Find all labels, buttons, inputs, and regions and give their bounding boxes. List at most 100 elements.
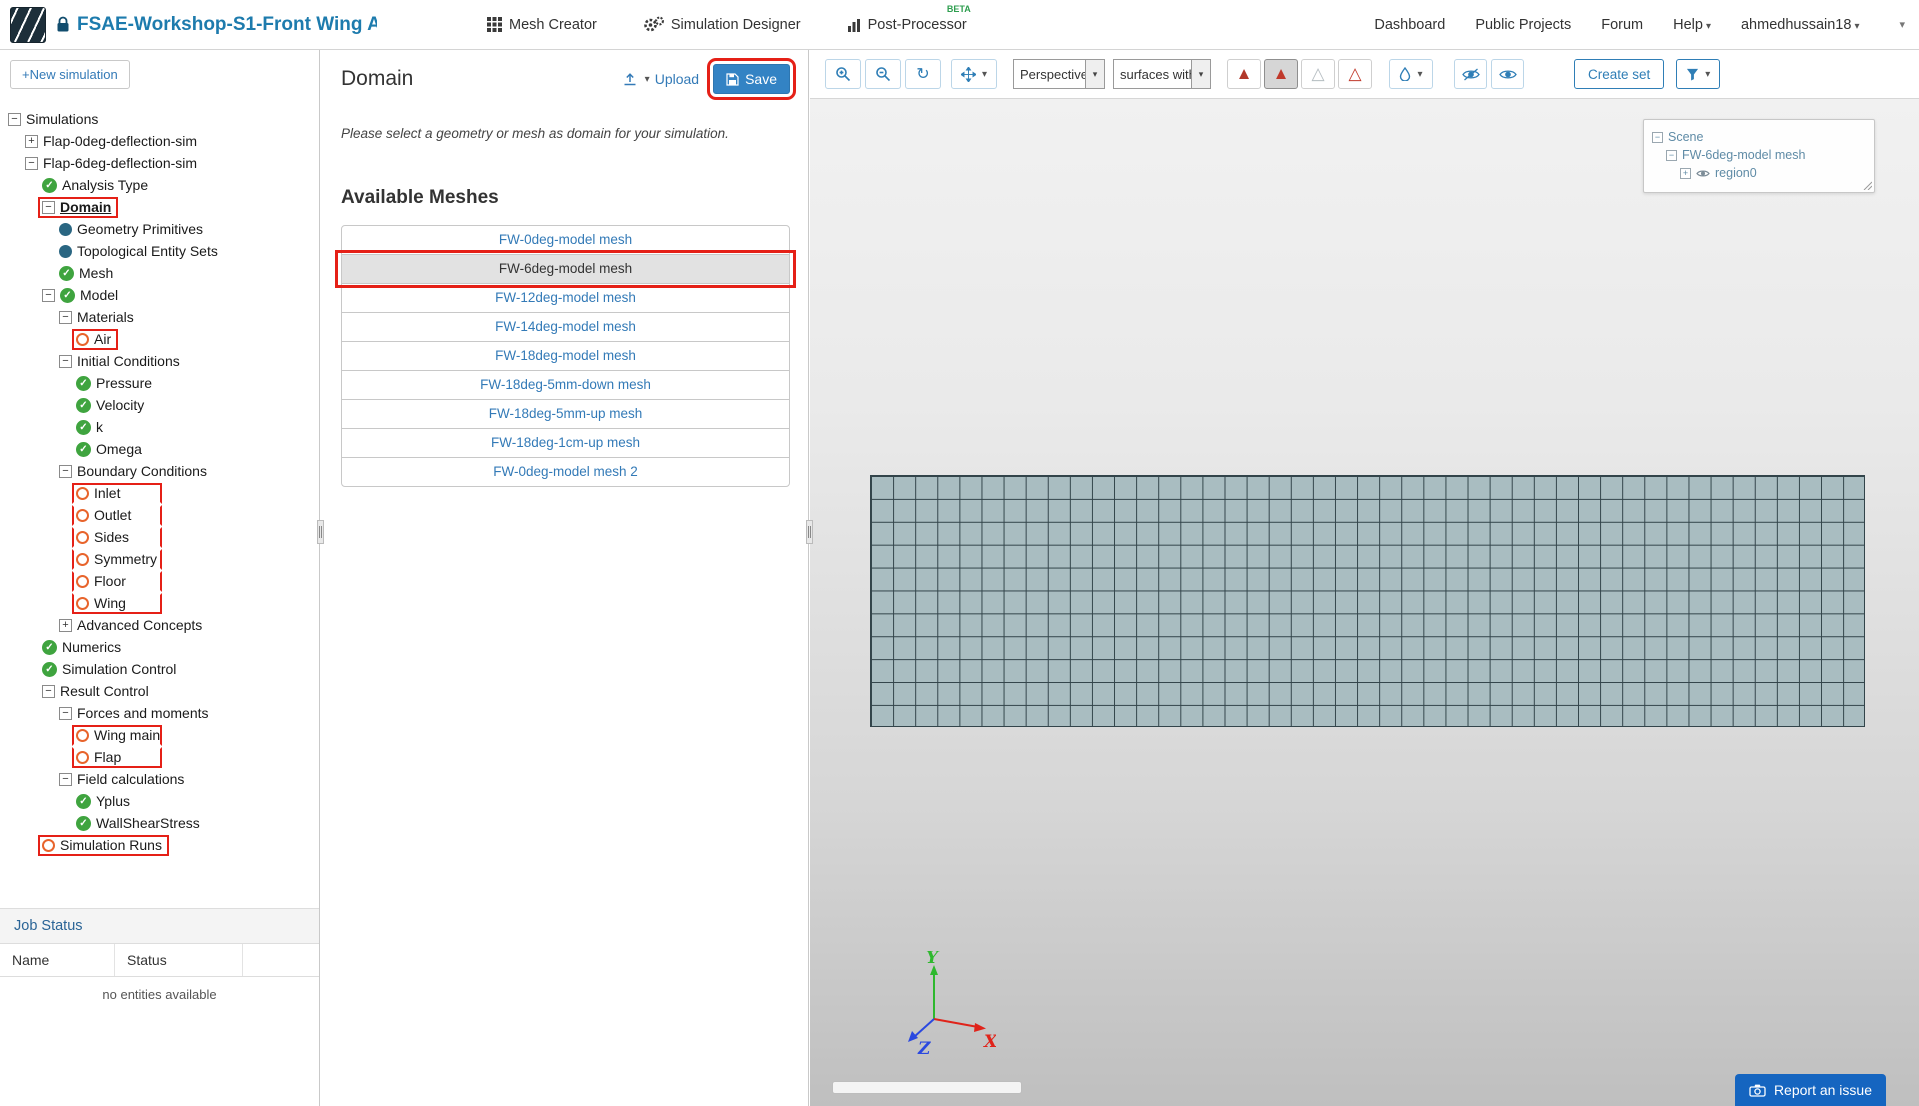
wireframe-icon[interactable]: △ bbox=[1338, 59, 1372, 89]
render-mode-select[interactable]: surfaces with w ▾ bbox=[1113, 59, 1211, 89]
tree-collapse-icon[interactable]: − bbox=[1666, 149, 1677, 161]
tree-item[interactable]: − Boundary Conditions bbox=[0, 460, 319, 482]
tree-item[interactable]: − Materials bbox=[0, 306, 319, 328]
mesh-list-item[interactable]: FW-6deg-model mesh bbox=[335, 250, 796, 288]
mesh-list-item[interactable]: FW-18deg-1cm-up mesh bbox=[341, 428, 790, 458]
tree-item[interactable]: Symmetry bbox=[0, 548, 319, 570]
help-menu[interactable]: Help ▾ bbox=[1673, 17, 1711, 33]
resize-corner-icon[interactable] bbox=[1862, 180, 1872, 190]
project-title[interactable]: FSAE-Workshop-S1-Front Wing A... bbox=[77, 14, 377, 36]
tree-expander-icon[interactable]: − bbox=[59, 706, 72, 720]
tree-item[interactable]: ✓ Simulation Control bbox=[0, 658, 319, 680]
tree-item[interactable]: Wing bbox=[0, 592, 319, 614]
tree-item[interactable]: ✓ Pressure bbox=[0, 372, 319, 394]
scene-region-item[interactable]: + region0 bbox=[1680, 164, 1866, 182]
sidebar-resize-handle[interactable] bbox=[317, 520, 324, 544]
tree-expander-icon[interactable]: + bbox=[59, 618, 72, 632]
tree-item[interactable]: ✓ Velocity bbox=[0, 394, 319, 416]
mesh-list-item[interactable]: FW-18deg-5mm-up mesh bbox=[341, 399, 790, 429]
pan-tool-button[interactable]: ▾ bbox=[951, 59, 997, 89]
nav-link-forum[interactable]: Forum bbox=[1601, 17, 1643, 33]
mesh-list-item[interactable]: FW-0deg-model mesh bbox=[341, 225, 790, 255]
save-button[interactable]: Save bbox=[707, 58, 796, 100]
tree-item[interactable]: + Flap-0deg-deflection-sim bbox=[0, 130, 319, 152]
mesh-list-item[interactable]: FW-18deg-5mm-down mesh bbox=[341, 370, 790, 400]
tree-expander-icon[interactable]: − bbox=[42, 684, 55, 698]
tree-item[interactable]: + Advanced Concepts bbox=[0, 614, 319, 636]
zoom-in-icon[interactable] bbox=[825, 59, 861, 89]
tree-item[interactable]: − ✓ Model bbox=[0, 284, 319, 306]
domain-panel-resize-handle[interactable] bbox=[806, 520, 813, 544]
zoom-extents-icon[interactable] bbox=[865, 59, 901, 89]
viewport-scrollbar[interactable] bbox=[832, 1081, 1022, 1094]
translucent-surface-icon[interactable]: △ bbox=[1301, 59, 1335, 89]
hide-entities-icon[interactable] bbox=[1454, 59, 1487, 89]
tree-item[interactable]: − Forces and moments bbox=[0, 702, 319, 724]
mesh-list-item[interactable]: FW-12deg-model mesh bbox=[341, 283, 790, 313]
tab-simulation-designer[interactable]: Simulation Designer bbox=[643, 16, 801, 33]
mesh-domain-block[interactable] bbox=[870, 475, 1865, 727]
mesh-list-item[interactable]: FW-14deg-model mesh bbox=[341, 312, 790, 342]
tab-mesh-creator[interactable]: Mesh Creator bbox=[487, 17, 597, 33]
tab-post-processor[interactable]: BETA Post-Processor bbox=[847, 4, 971, 33]
tree-item[interactable]: ✓ Yplus bbox=[0, 790, 319, 812]
scene-mesh-item[interactable]: − FW-6deg-model mesh bbox=[1666, 146, 1866, 164]
tree-item[interactable]: ✓ WallShearStress bbox=[0, 812, 319, 834]
tree-item-label: Flap bbox=[94, 749, 122, 765]
tree-item[interactable]: − Initial Conditions bbox=[0, 350, 319, 372]
colorize-button[interactable]: ▾ bbox=[1389, 59, 1433, 89]
tree-expander-icon[interactable]: + bbox=[25, 134, 38, 148]
mesh-list-item[interactable]: FW-18deg-model mesh bbox=[341, 341, 790, 371]
tree-item[interactable]: − Simulations bbox=[0, 108, 319, 130]
tree-expander-icon[interactable]: − bbox=[8, 112, 21, 126]
tree-expander-icon[interactable]: − bbox=[59, 354, 72, 368]
report-issue-button[interactable]: Report an issue bbox=[1734, 1074, 1886, 1106]
filter-button[interactable]: ▾ bbox=[1676, 59, 1721, 89]
user-menu[interactable]: ahmedhussain18 ▾ bbox=[1741, 17, 1859, 33]
new-simulation-button[interactable]: +New simulation bbox=[10, 60, 130, 89]
solid-surface-icon[interactable]: ▲ bbox=[1227, 59, 1261, 89]
projection-select[interactable]: Perspective ▾ bbox=[1013, 59, 1105, 89]
create-set-button[interactable]: Create set bbox=[1574, 59, 1665, 89]
tree-item[interactable]: − Domain bbox=[0, 196, 319, 218]
tree-expander-icon[interactable]: − bbox=[59, 464, 72, 478]
surface-with-mesh-icon[interactable]: ▲ bbox=[1264, 59, 1298, 89]
nav-link-dashboard[interactable]: Dashboard bbox=[1374, 17, 1445, 33]
tree-item[interactable]: Inlet bbox=[0, 482, 319, 504]
tree-item[interactable]: Simulation Runs bbox=[0, 834, 319, 856]
tree-item[interactable]: Outlet bbox=[0, 504, 319, 526]
mesh-list-item[interactable]: FW-0deg-model mesh 2 bbox=[341, 457, 790, 487]
tree-item[interactable]: Geometry Primitives bbox=[0, 218, 319, 240]
tree-item[interactable]: ✓ Analysis Type bbox=[0, 174, 319, 196]
tree-item[interactable]: Flap bbox=[0, 746, 319, 768]
tree-expander-icon[interactable]: − bbox=[59, 310, 72, 324]
tree-item[interactable]: Air bbox=[0, 328, 319, 350]
tree-expander-icon[interactable]: − bbox=[42, 288, 55, 302]
tree-item[interactable]: ✓ Numerics bbox=[0, 636, 319, 658]
tree-item[interactable]: ✓ k bbox=[0, 416, 319, 438]
tree-item-label: Simulations bbox=[26, 111, 99, 127]
app-logo[interactable] bbox=[10, 6, 46, 43]
tree-item[interactable]: − Field calculations bbox=[0, 768, 319, 790]
tree-expander-icon[interactable]: − bbox=[42, 200, 55, 214]
tree-item[interactable]: Topological Entity Sets bbox=[0, 240, 319, 262]
tree-item[interactable]: ✓ Omega bbox=[0, 438, 319, 460]
tree-item[interactable]: Wing main bbox=[0, 724, 319, 746]
tree-expander-icon[interactable]: − bbox=[59, 772, 72, 786]
tree-item[interactable]: ✓ Mesh bbox=[0, 262, 319, 284]
tree-expander-icon[interactable]: − bbox=[25, 156, 38, 170]
refresh-icon[interactable]: ↻ bbox=[905, 59, 941, 89]
visibility-eye-icon[interactable] bbox=[1696, 169, 1710, 178]
show-entities-icon[interactable] bbox=[1491, 59, 1524, 89]
tree-expand-icon[interactable]: + bbox=[1680, 167, 1691, 179]
tree-item[interactable]: Sides bbox=[0, 526, 319, 548]
tree-item[interactable]: Floor bbox=[0, 570, 319, 592]
upload-button[interactable]: ▾ Upload bbox=[623, 71, 699, 87]
more-menu-caret-icon[interactable]: ▾ bbox=[1899, 18, 1905, 31]
nav-link-public-projects[interactable]: Public Projects bbox=[1475, 17, 1571, 33]
viewport-canvas[interactable]: − Scene − FW-6deg-model mesh + region0 Y… bbox=[810, 99, 1919, 1106]
tree-item[interactable]: − Flap-6deg-deflection-sim bbox=[0, 152, 319, 174]
scene-root-item[interactable]: − Scene bbox=[1652, 128, 1866, 146]
tree-collapse-icon[interactable]: − bbox=[1652, 131, 1663, 143]
tree-item[interactable]: − Result Control bbox=[0, 680, 319, 702]
